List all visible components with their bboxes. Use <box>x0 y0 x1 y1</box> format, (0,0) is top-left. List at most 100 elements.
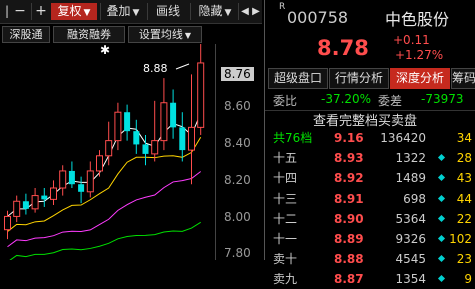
level-volume: 1322 <box>395 151 426 166</box>
level-label: 十二 <box>273 211 298 226</box>
tab-depth-analysis[interactable]: 深度分析 <box>390 68 450 89</box>
fuquan-dropdown[interactable]: 复权 ▼ <box>51 3 97 20</box>
candle-body[interactable] <box>188 126 195 151</box>
zoom-out-button[interactable]: − <box>11 3 29 20</box>
quote-panel: R 000758 中色股份 8.78 +0.11 +1.27% 超级盘口 行情分… <box>265 0 475 286</box>
weibi-label: 委比 <box>273 94 298 108</box>
candle-body[interactable] <box>22 201 29 209</box>
moving-average-line <box>7 136 202 232</box>
candle-body[interactable] <box>50 187 57 200</box>
level-price: 8.93 <box>334 151 364 166</box>
orderbook-row[interactable]: 卖十 8.88 4545 23 <box>265 249 475 269</box>
diamond-icon <box>437 234 446 243</box>
margin-trading-button[interactable]: 融资融券 <box>53 26 125 43</box>
current-price-tag: 8.76 <box>221 67 254 81</box>
draw-line-button[interactable]: 画线 <box>147 3 188 20</box>
crosshair-star-icon: ✱ <box>100 44 110 57</box>
level-order-count: 28 <box>456 151 472 166</box>
candle-body[interactable] <box>86 170 94 193</box>
level-label: 卖十 <box>273 252 298 267</box>
candle-body[interactable] <box>197 62 205 128</box>
hide-label: 隐藏 <box>198 4 223 18</box>
ma-settings-dropdown[interactable]: 设置均线 ▼ <box>128 26 202 43</box>
level-price: 9.16 <box>334 131 364 145</box>
diamond-icon <box>437 255 446 263</box>
candle-body[interactable] <box>68 170 75 185</box>
candle-body[interactable] <box>78 184 85 192</box>
candle-body[interactable] <box>160 102 168 142</box>
level-volume: 1489 <box>395 171 426 186</box>
candle-body[interactable] <box>179 127 186 151</box>
orderbook-row[interactable]: 十三 8.91 698 44 <box>265 189 475 209</box>
level-volume: 9326 <box>395 232 426 246</box>
candle-body[interactable] <box>96 155 103 172</box>
level-label: 十一 <box>273 232 298 246</box>
candle-body[interactable] <box>4 215 11 231</box>
full-orderbook-link[interactable]: 查看完整档买卖盘 <box>313 110 417 129</box>
level-label: 十四 <box>273 171 298 186</box>
orderbook-row[interactable]: 卖九 8.87 1354 9 <box>265 269 475 289</box>
level-label: 十五 <box>273 151 298 166</box>
zoom-in-button[interactable]: + <box>31 3 50 20</box>
level-order-count: 34 <box>456 131 472 145</box>
candle-body[interactable] <box>133 131 140 145</box>
stock-code: 000758 <box>287 8 349 27</box>
diamond-icon <box>437 275 446 283</box>
price-change-pct: +1.27% <box>395 48 444 62</box>
level-order-count: 22 <box>456 211 472 226</box>
caret-down-icon: ▼ <box>184 31 192 40</box>
level-price: 8.87 <box>334 272 364 287</box>
arrow-right-icon[interactable]: ▶ <box>250 3 262 20</box>
diamond-icon <box>437 154 446 162</box>
level-price: 8.89 <box>334 232 364 246</box>
stock-name: 中色股份 <box>385 10 450 29</box>
caret-down-icon: ▼ <box>132 8 140 18</box>
candle-body[interactable] <box>105 140 113 157</box>
level-order-count: 43 <box>456 171 472 186</box>
level-label: 十三 <box>273 191 298 206</box>
fuquan-label: 复权 <box>57 4 82 18</box>
level-label: 卖九 <box>273 272 298 287</box>
level-volume: 4545 <box>395 252 426 267</box>
diamond-icon <box>437 174 446 182</box>
orderbook-row[interactable]: 十四 8.92 1489 43 <box>265 168 475 188</box>
level-price: 8.88 <box>334 252 364 267</box>
candle-body[interactable] <box>170 102 177 128</box>
chart-toolbar: | − + 复权 ▼ 叠加 ▼ 画线 隐藏 ▼ ◀ ▶ <box>0 0 262 24</box>
orderbook-row[interactable]: 十一 8.89 9326 102 <box>265 229 475 249</box>
high-marker-arrow <box>175 63 190 70</box>
candle-body[interactable] <box>13 200 21 217</box>
last-price: 8.78 <box>317 36 369 60</box>
shengutong-button[interactable]: 深股通 <box>2 26 50 43</box>
level-volume: 1354 <box>395 272 426 287</box>
candlestick-chart[interactable]: 8.88 ✱ <box>0 44 215 260</box>
weicha-label: 委差 <box>378 94 403 108</box>
tab-market-analysis[interactable]: 行情分析 <box>329 68 389 89</box>
candle-body[interactable] <box>31 195 39 210</box>
tab-chips[interactable]: 筹码 <box>451 68 475 89</box>
candle-body[interactable] <box>124 112 131 132</box>
candle-body[interactable] <box>142 144 149 154</box>
weicha-value: -73973 <box>421 92 464 106</box>
price-change: +0.11 <box>393 33 430 47</box>
diamond-icon <box>437 214 446 222</box>
tab-super-pankou[interactable]: 超级盘口 <box>268 68 328 89</box>
high-price-marker: 8.88 <box>143 62 168 75</box>
weibi-value: -37.20% <box>321 92 372 106</box>
price-axis: 8.76 8.60 8.40 8.20 8.00 7.80 <box>215 44 265 260</box>
overlay-dropdown[interactable]: 叠加 ▼ <box>100 3 145 20</box>
candle-body[interactable] <box>59 170 67 189</box>
level-order-count: 9 <box>464 272 472 287</box>
level-order-count: 44 <box>456 191 472 206</box>
orderbook-row[interactable]: 十五 8.93 1322 28 <box>265 148 475 168</box>
candle-body[interactable] <box>114 111 122 142</box>
axis-label: 8.40 <box>224 136 251 150</box>
level-volume: 5364 <box>395 211 426 226</box>
orderbook-row[interactable]: 十二 8.90 5364 22 <box>265 209 475 229</box>
candle-body[interactable] <box>41 195 48 200</box>
code-prefix: R <box>279 2 286 12</box>
hide-dropdown[interactable]: 隐藏 ▼ <box>190 3 239 20</box>
orderbook-row[interactable]: 共76档 9.16 136420 34 <box>265 128 475 148</box>
candle-body[interactable] <box>151 140 159 155</box>
level-label: 共76档 <box>273 131 313 145</box>
